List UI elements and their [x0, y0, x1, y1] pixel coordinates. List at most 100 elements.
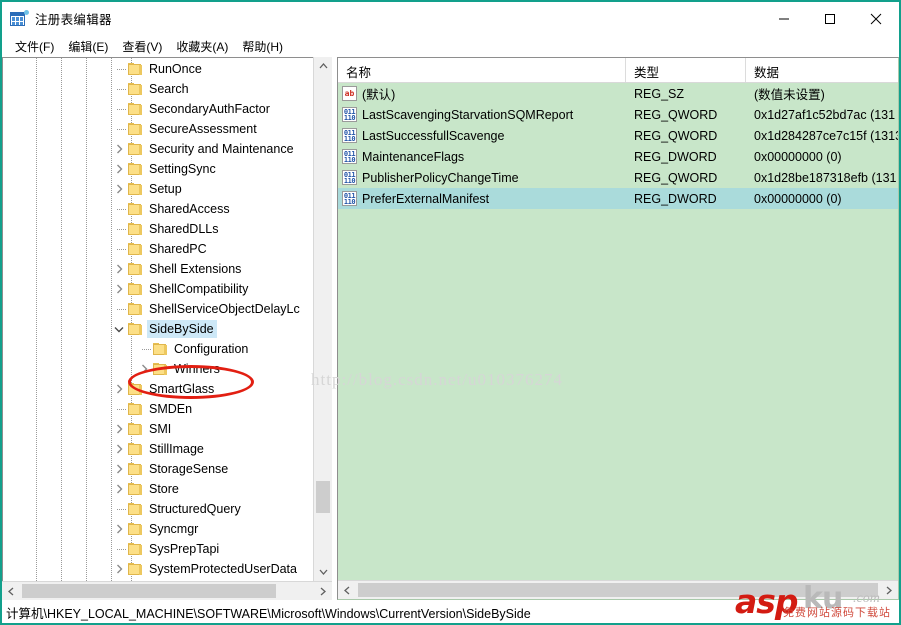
chevron-right-icon[interactable]: [111, 461, 127, 477]
tree-item-label: SystemProtectedUserData: [149, 562, 297, 576]
tree-item[interactable]: SecondaryAuthFactor: [3, 99, 313, 119]
tree-item[interactable]: Store: [3, 479, 313, 499]
tree-item[interactable]: SharedPC: [3, 239, 313, 259]
chevron-right-icon[interactable]: [111, 521, 127, 537]
maximize-button[interactable]: [807, 2, 853, 35]
tree-item-label: Security and Maintenance: [149, 142, 294, 156]
tree-item[interactable]: Syncmgr: [3, 519, 313, 539]
chevron-right-icon[interactable]: [111, 161, 127, 177]
table-row[interactable]: ab (默认) REG_SZ (数值未设置): [338, 83, 898, 104]
tree-item[interactable]: SystemProtectedUserData: [3, 559, 313, 579]
tree-item[interactable]: ShellServiceObjectDelayLc: [3, 299, 313, 319]
folder-icon: [127, 182, 143, 196]
list-header: 名称 类型 数据: [338, 58, 898, 83]
window-controls: [761, 2, 899, 35]
tree-item[interactable]: RunOnce: [3, 59, 313, 79]
folder-icon: [127, 222, 143, 236]
menu-favorites[interactable]: 收藏夹(A): [169, 36, 235, 57]
list-hscroll-thumb[interactable]: [358, 583, 878, 597]
value-data-cell: 0x1d27af1c52bd7ac (131: [754, 107, 896, 122]
tree-hscroll-thumb[interactable]: [22, 584, 276, 598]
tree-leaf-connector: [111, 541, 127, 557]
chevron-right-icon[interactable]: [111, 181, 127, 197]
tree-item[interactable]: StorageSense: [3, 459, 313, 479]
table-row[interactable]: 011 110 LastScavengingStarvationSQMReport R…: [338, 104, 898, 125]
tree-item[interactable]: StillImage: [3, 439, 313, 459]
tree-leaf-connector: [111, 241, 127, 257]
chevron-right-icon[interactable]: [111, 421, 127, 437]
table-row[interactable]: 011 110 PublisherPolicyChangeTime REG_QWORD…: [338, 167, 898, 188]
folder-icon: [127, 122, 143, 136]
tree-item[interactable]: StructuredQuery: [3, 499, 313, 519]
chevron-right-icon[interactable]: [111, 381, 127, 397]
tree-item-label: SharedAccess: [149, 202, 230, 216]
value-type-cell: REG_QWORD: [634, 107, 718, 122]
tree-leaf-connector: [111, 121, 127, 137]
tree-item[interactable]: Security and Maintenance: [3, 139, 313, 159]
menu-view[interactable]: 查看(V): [115, 36, 169, 57]
tree-item-label: SysPrepTapi: [149, 542, 220, 556]
tree-item-label: StorageSense: [149, 462, 229, 476]
tree-item[interactable]: Configuration: [3, 339, 313, 359]
tree-scroll-thumb[interactable]: [316, 481, 330, 513]
list-scroll-right-button[interactable]: [880, 581, 898, 599]
table-row[interactable]: 011 110 PreferExternalManifest REG_DWORD 0x0…: [338, 188, 898, 209]
column-header-type[interactable]: 类型: [626, 58, 746, 82]
tree-item[interactable]: Search: [3, 79, 313, 99]
tree-vertical-scrollbar[interactable]: [313, 57, 332, 581]
tree-item-label: SecureAssessment: [149, 122, 257, 136]
registry-editor-window: 注册表编辑器 文件(F) 编辑(E) 查看(V) 收藏夹(A) 帮助(H) Ru…: [0, 0, 901, 625]
chevron-right-icon[interactable]: [111, 481, 127, 497]
menu-file[interactable]: 文件(F): [8, 36, 61, 57]
tree-item[interactable]: Shell Extensions: [3, 259, 313, 279]
tree-item[interactable]: SysPrepTapi: [3, 539, 313, 559]
tree-item[interactable]: SharedDLLs: [3, 219, 313, 239]
menu-help[interactable]: 帮助(H): [235, 36, 290, 57]
tree-item-label: SMI: [149, 422, 172, 436]
tree-item[interactable]: Winners: [3, 359, 313, 379]
tree-leaf-connector: [111, 401, 127, 417]
tree-scroll-down-button[interactable]: [314, 563, 332, 581]
menu-edit[interactable]: 编辑(E): [61, 36, 115, 57]
table-row[interactable]: 011 110 LastSuccessfullScavenge REG_QWORD 0x…: [338, 125, 898, 146]
string-value-icon: ab: [342, 86, 357, 101]
tree-item[interactable]: SharedAccess: [3, 199, 313, 219]
table-row[interactable]: 011 110 MaintenanceFlags REG_DWORD 0x0000000…: [338, 146, 898, 167]
chevron-down-icon[interactable]: [111, 321, 127, 337]
column-header-name[interactable]: 名称: [338, 58, 626, 82]
tree-horizontal-scrollbar[interactable]: [2, 581, 332, 600]
chevron-right-icon[interactable]: [111, 561, 127, 577]
column-header-data[interactable]: 数据: [746, 58, 898, 82]
tree-item[interactable]: SettingSync: [3, 159, 313, 179]
tree-scroll-left-button[interactable]: [2, 582, 20, 600]
folder-icon: [127, 282, 143, 296]
tree-item[interactable]: SMDEn: [3, 399, 313, 419]
tree-item-label: StructuredQuery: [149, 502, 241, 516]
tree-scroll-right-button[interactable]: [314, 582, 332, 600]
chevron-right-icon[interactable]: [111, 281, 127, 297]
chevron-right-icon[interactable]: [136, 361, 152, 377]
tree-item-label: SharedPC: [149, 242, 207, 256]
chevron-right-icon[interactable]: [111, 261, 127, 277]
tree-viewport[interactable]: RunOnce Search SecondaryAuthFactor SecureAs…: [2, 57, 313, 581]
tree-item[interactable]: ShellCompatibility: [3, 279, 313, 299]
list-scroll-left-button[interactable]: [338, 581, 356, 599]
tree-item[interactable]: Setup: [3, 179, 313, 199]
tree-scroll-up-button[interactable]: [314, 57, 332, 75]
registry-tree-pane: RunOnce Search SecondaryAuthFactor SecureAs…: [2, 57, 333, 600]
status-bar: 计算机\HKEY_LOCAL_MACHINE\SOFTWARE\Microsof…: [2, 600, 899, 623]
chevron-right-icon[interactable]: [111, 441, 127, 457]
value-type-cell: REG_QWORD: [634, 128, 718, 143]
minimize-button[interactable]: [761, 2, 807, 35]
tree-leaf-connector: [111, 61, 127, 77]
tree-item[interactable]: SmartGlass: [3, 379, 313, 399]
tree-item[interactable]: SideBySide: [3, 319, 313, 339]
list-body: ab (默认) REG_SZ (数值未设置) 011 110 LastScavengingS…: [338, 83, 898, 580]
value-type-cell: REG_DWORD: [634, 191, 717, 206]
list-horizontal-scrollbar[interactable]: [338, 580, 898, 599]
chevron-right-icon[interactable]: [111, 141, 127, 157]
close-button[interactable]: [853, 2, 899, 35]
menu-bar: 文件(F) 编辑(E) 查看(V) 收藏夹(A) 帮助(H): [2, 35, 899, 57]
tree-item[interactable]: SMI: [3, 419, 313, 439]
tree-item[interactable]: SecureAssessment: [3, 119, 313, 139]
